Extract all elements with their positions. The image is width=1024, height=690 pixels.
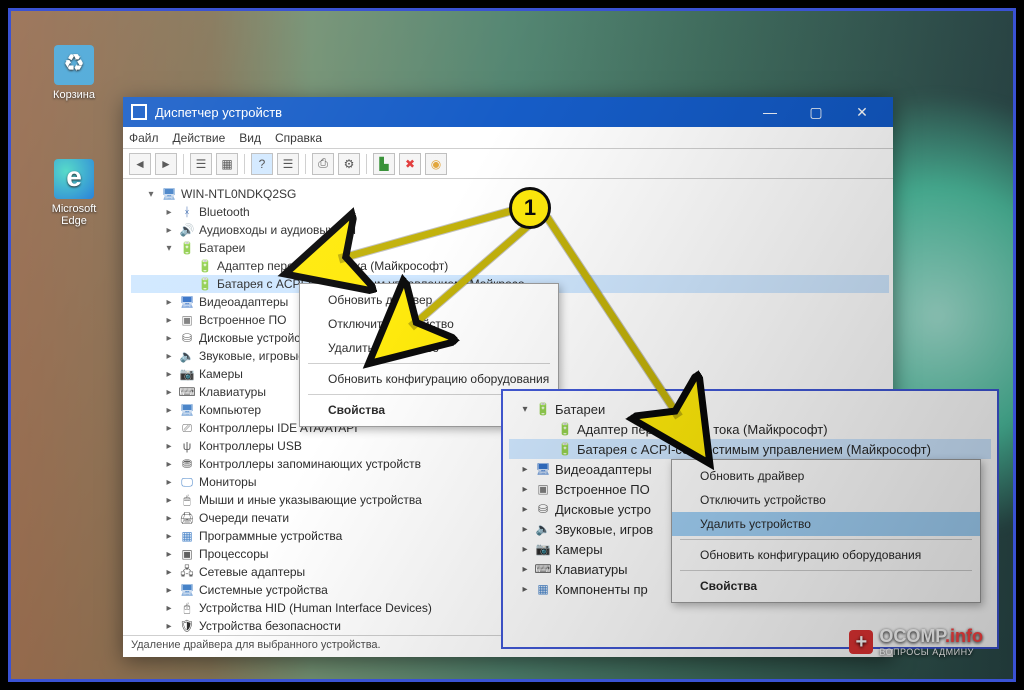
watermark: + OCOMP.info ВОПРОСЫ АДМИНУ xyxy=(849,626,983,657)
camera-icon: 📷 xyxy=(535,541,551,557)
watermark-tagline: ВОПРОСЫ АДМИНУ xyxy=(879,647,983,657)
software-device-icon: ▦ xyxy=(179,528,195,544)
minimize-button[interactable]: — xyxy=(747,97,793,127)
ctx-update-driver[interactable]: Обновить драйвер xyxy=(300,288,558,312)
toolbar-btn[interactable]: ▦ xyxy=(216,153,238,175)
ctx-separator xyxy=(308,363,550,364)
toolbar-uninstall-button[interactable]: ✖ xyxy=(399,153,421,175)
hid-icon: 🖰 xyxy=(179,600,195,616)
menu-view[interactable]: Вид xyxy=(239,131,261,145)
firmware-icon: ▣ xyxy=(179,312,195,328)
system-icon: 🖥 xyxy=(179,582,195,598)
ctx-uninstall-device[interactable]: Удалить устройство xyxy=(300,336,558,360)
toolbar-scan-button[interactable]: ▙ xyxy=(373,153,395,175)
audio-icon: 🔊 xyxy=(179,222,195,238)
mouse-icon: 🖱 xyxy=(179,492,195,508)
storage-icon: ⛃ xyxy=(179,456,195,472)
ctx2-update-driver[interactable]: Обновить драйвер xyxy=(672,464,980,488)
edge-icon xyxy=(54,159,94,199)
ctx-separator xyxy=(680,539,972,540)
inset-tree-adapter[interactable]: 🔋Адаптер переменного тока (Майкрософт) xyxy=(509,419,991,439)
battery-icon: 🔋 xyxy=(179,240,195,256)
context-menu-2: Обновить драйвер Отключить устройство Уд… xyxy=(671,459,981,603)
battery-icon: 🔋 xyxy=(535,401,551,417)
tree-audio[interactable]: ▸🔊Аудиовходы и аудиовыходы xyxy=(131,221,889,239)
battery-icon: 🔋 xyxy=(557,441,573,457)
close-button[interactable]: ✕ xyxy=(839,97,885,127)
bluetooth-icon: ᚼ xyxy=(179,204,195,220)
disk-icon: ⛁ xyxy=(535,501,551,517)
watermark-plus-icon: + xyxy=(849,630,873,654)
camera-icon: 📷 xyxy=(179,366,195,382)
computer-icon: 🖥 xyxy=(161,186,177,202)
monitor-icon: 🖵 xyxy=(179,474,195,490)
inset-zoom-panel: ▾🔋Батареи 🔋Адаптер переменного тока (Май… xyxy=(501,389,999,649)
firmware-icon: ▣ xyxy=(535,481,551,497)
usb-icon: ψ xyxy=(179,438,195,454)
ctx-disable-device[interactable]: Отключить устройство xyxy=(300,312,558,336)
ctx-scan-hardware[interactable]: Обновить конфигурацию оборудования xyxy=(300,367,558,391)
keyboard-icon: ⌨ xyxy=(535,561,551,577)
ctx2-scan-hardware[interactable]: Обновить конфигурацию оборудования xyxy=(672,543,980,567)
menu-file[interactable]: Файл xyxy=(129,131,159,145)
sound-icon: 🔈 xyxy=(179,348,195,364)
tree-battery-adapter[interactable]: 🔋Адаптер переменного тока (Майкрософт) xyxy=(131,257,889,275)
inset-tree-acpi[interactable]: 🔋Батарея с ACPI-совместимым управлением … xyxy=(509,439,991,459)
sound-icon: 🔈 xyxy=(535,521,551,537)
menu-help[interactable]: Справка xyxy=(275,131,322,145)
desktop-icon-label: Microsoft Edge xyxy=(39,203,109,227)
toolbar-btn[interactable]: ☰ xyxy=(277,153,299,175)
keyboard-icon: ⌨ xyxy=(179,384,195,400)
desktop-icon-label: Корзина xyxy=(39,89,109,101)
ctx-separator xyxy=(680,570,972,571)
toolbar-btn[interactable]: ☰ xyxy=(190,153,212,175)
maximize-button[interactable]: ▢ xyxy=(793,97,839,127)
cpu-icon: ▣ xyxy=(179,546,195,562)
ctx2-disable-device[interactable]: Отключить устройство xyxy=(672,488,980,512)
toolbar-btn[interactable]: ⎙ xyxy=(312,153,334,175)
battery-icon: 🔋 xyxy=(197,258,213,274)
disk-icon: ⛁ xyxy=(179,330,195,346)
battery-icon: 🔋 xyxy=(197,276,213,292)
inset-tree-batteries[interactable]: ▾🔋Батареи xyxy=(509,399,991,419)
toolbar: ◄ ► ☰ ▦ ? ☰ ⎙ ⚙ ▙ ✖ ◉ xyxy=(123,149,893,179)
desktop-icon-recycle[interactable]: Корзина xyxy=(39,45,109,101)
display-adapter-icon: 🖥 xyxy=(179,294,195,310)
toolbar-btn[interactable]: ? xyxy=(251,153,273,175)
security-icon: 🛡 xyxy=(179,618,195,634)
watermark-brand: OCOMP.info xyxy=(879,626,983,646)
toolbar-btn[interactable]: ◉ xyxy=(425,153,447,175)
network-icon: 🖧 xyxy=(179,564,195,580)
recycle-bin-icon xyxy=(54,45,94,85)
computer-icon: 🖥 xyxy=(179,402,195,418)
titlebar[interactable]: Диспетчер устройств — ▢ ✕ xyxy=(123,97,893,127)
menu-action[interactable]: Действие xyxy=(173,131,226,145)
software-device-icon: ▦ xyxy=(535,581,551,597)
toolbar-btn[interactable]: ⚙ xyxy=(338,153,360,175)
window-title: Диспетчер устройств xyxy=(155,105,282,120)
battery-icon: 🔋 xyxy=(557,421,573,437)
ide-icon: ⎚ xyxy=(179,420,195,436)
display-adapter-icon: 🖥 xyxy=(535,461,551,477)
app-icon xyxy=(131,104,147,120)
tree-batteries[interactable]: ▾🔋Батареи xyxy=(131,239,889,257)
nav-fwd-button[interactable]: ► xyxy=(155,153,177,175)
desktop-icon-edge[interactable]: Microsoft Edge xyxy=(39,159,109,227)
annotation-badge-1: 1 xyxy=(509,187,551,229)
ctx2-properties[interactable]: Свойства xyxy=(672,574,980,598)
ctx2-uninstall-device[interactable]: Удалить устройство xyxy=(672,512,980,536)
printer-icon: 🖨 xyxy=(179,510,195,526)
menubar: Файл Действие Вид Справка xyxy=(123,127,893,149)
nav-back-button[interactable]: ◄ xyxy=(129,153,151,175)
